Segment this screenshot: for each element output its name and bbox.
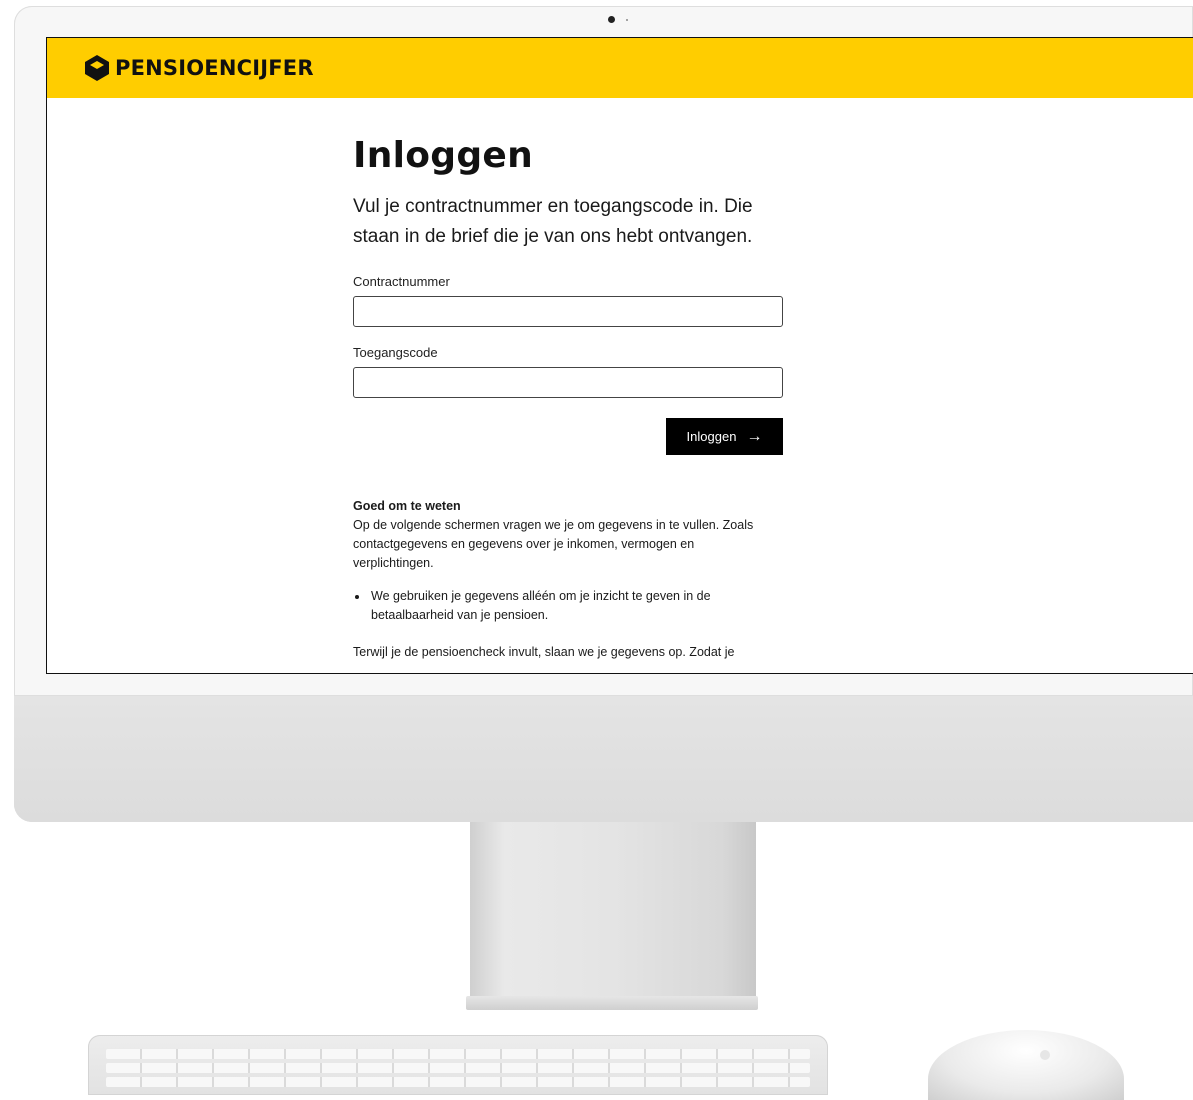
browser-screen: PENSIOENCIJFER Inloggen Vul je contractn… [46,37,1193,674]
login-button-label: Inloggen [686,429,737,444]
info-section: Goed om te weten Op de volgende schermen… [353,497,773,662]
arrow-right-icon: → [746,427,763,445]
camera-icon [608,16,615,23]
keyboard [88,1035,828,1095]
intro-text: Vul je contractnummer en toegangscode in… [353,196,753,247]
site-logo[interactable]: PENSIOENCIJFER [85,55,314,81]
keyboard-key-row [106,1049,810,1059]
brand-name: PENSIOENCIJFER [115,56,314,80]
stand-foot [466,996,758,1010]
pensioencijfer-logo-icon [85,55,109,81]
code-label: Toegangscode [353,345,438,360]
info-paragraph: Op de volgende schermen vragen we je om … [353,518,754,570]
login-content: Inloggen Vul je contractnummer en toegan… [353,134,783,662]
magic-mouse [928,1030,1124,1100]
apple-logo-icon [1040,1050,1050,1060]
contract-label: Contractnummer [353,274,450,289]
access-code-input[interactable] [353,367,783,398]
keyboard-key-row [106,1063,810,1073]
site-header: PENSIOENCIJFER [47,38,1193,98]
info-heading: Goed om te weten [353,499,461,513]
keyboard-key-row [106,1077,810,1087]
submit-row: Inloggen → [353,418,783,455]
info-cutoff-text: Terwijl je de pensioencheck invult, slaa… [353,645,735,659]
info-list: We gebruiken je gegevens alléén om je in… [353,587,773,625]
page-title: Inloggen [353,135,534,176]
login-button[interactable]: Inloggen → [666,418,783,455]
camera-sensor [626,19,628,21]
monitor-chin [14,696,1193,822]
list-item: We gebruiken je gegevens alléén om je in… [369,587,773,625]
monitor-stand [470,822,756,1000]
contract-number-input[interactable] [353,296,783,327]
